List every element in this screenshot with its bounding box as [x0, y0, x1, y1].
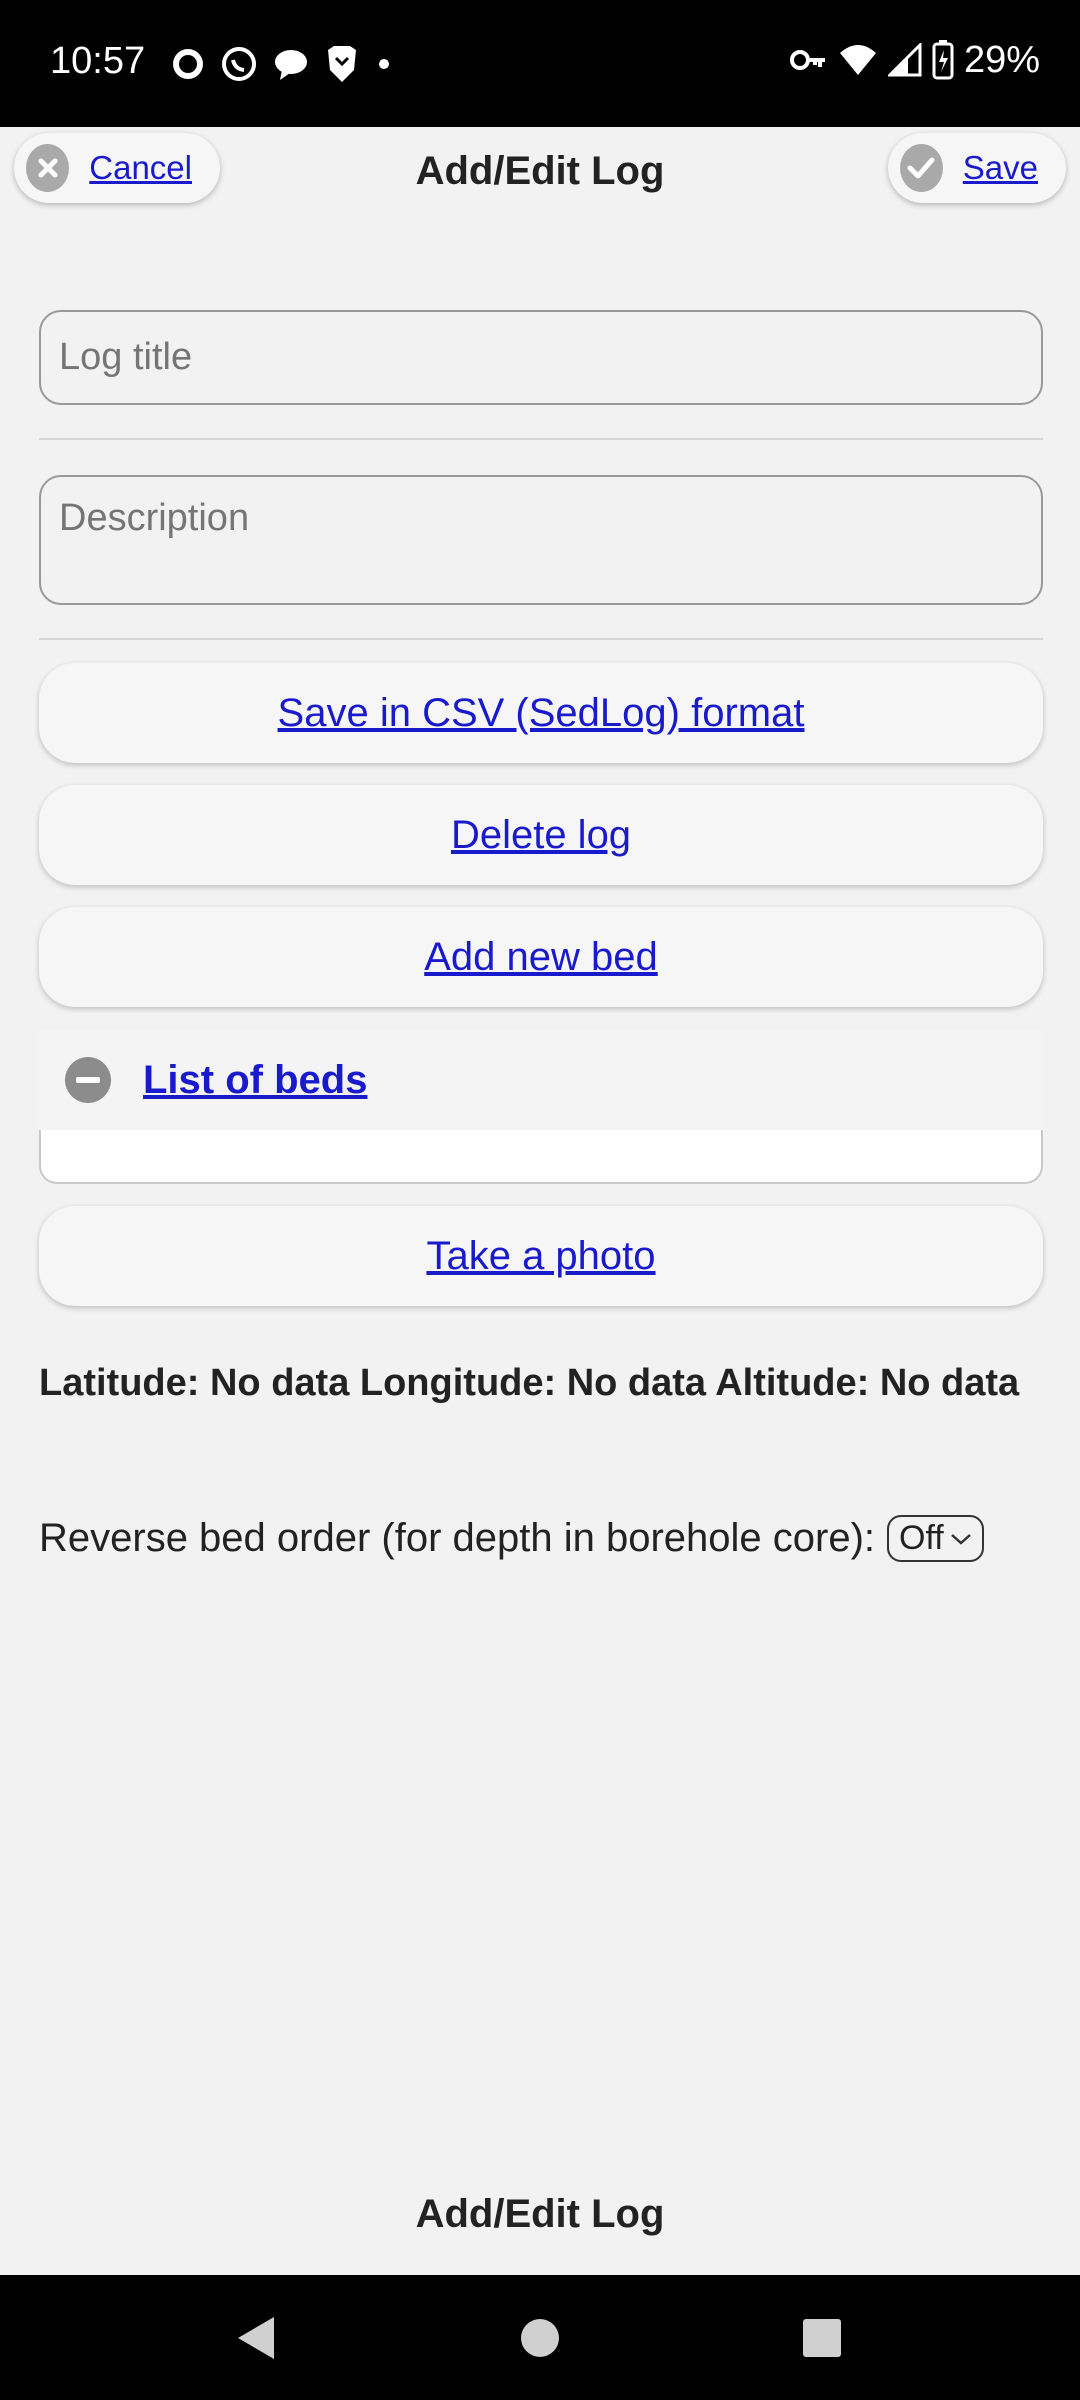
save-csv-label: Save in CSV (SedLog) format [277, 690, 805, 735]
save-button[interactable]: Save [888, 133, 1066, 203]
add-new-bed-label: Add new bed [424, 934, 658, 979]
collapse-icon [65, 1057, 111, 1103]
chat-icon [275, 50, 307, 80]
signal-app-icon [173, 49, 203, 79]
cell-signal-icon [887, 43, 922, 77]
dot-icon [379, 59, 389, 69]
recents-icon[interactable] [801, 2317, 843, 2359]
delete-log-label: Delete log [450, 812, 632, 857]
whatsapp-icon [222, 47, 256, 81]
brave-icon [328, 46, 356, 82]
list-of-beds-toggle[interactable]: List of beds [39, 1030, 1043, 1130]
back-icon[interactable] [234, 2315, 278, 2361]
header-bar: Cancel Add/Edit Log Save [0, 127, 1080, 222]
status-time: 10:57 [50, 40, 146, 82]
vpn-key-icon [789, 50, 825, 70]
take-photo-label: Take a photo [426, 1233, 656, 1278]
description-input[interactable] [39, 475, 1043, 605]
add-new-bed-button[interactable]: Add new bed [39, 907, 1043, 1007]
notification-icons [170, 44, 394, 84]
battery-percent: 29% [963, 38, 1040, 81]
status-bar: 10:57 29% [0, 0, 1080, 127]
reverse-order-value: Off [899, 1519, 944, 1557]
save-csv-button[interactable]: Save in CSV (SedLog) format [39, 663, 1043, 763]
chevron-down-icon [950, 1533, 971, 1545]
location-readout: Latitude: No data Longitude: No data Alt… [39, 1362, 1020, 1404]
check-icon [900, 144, 943, 192]
list-of-beds-label: List of beds [143, 1057, 368, 1102]
delete-log-button[interactable]: Delete log [39, 785, 1043, 885]
reverse-order-row: Reverse bed order (for depth in borehole… [39, 1515, 1059, 1562]
divider [39, 638, 1043, 640]
save-label: Save [962, 149, 1038, 186]
wifi-icon [839, 45, 876, 75]
log-title-input[interactable] [39, 310, 1043, 405]
system-icons: 29% [789, 38, 1040, 82]
navigation-bar [0, 2275, 1080, 2400]
reverse-order-select[interactable]: Off [887, 1515, 984, 1562]
footer-title: Add/Edit Log [415, 2192, 665, 2236]
reverse-order-label: Reverse bed order (for depth in borehole… [39, 1516, 876, 1560]
battery-charging-icon [932, 40, 954, 80]
take-photo-button[interactable]: Take a photo [39, 1206, 1043, 1306]
home-icon[interactable] [519, 2317, 561, 2359]
divider [39, 438, 1043, 440]
list-of-beds-content [39, 1130, 1043, 1184]
